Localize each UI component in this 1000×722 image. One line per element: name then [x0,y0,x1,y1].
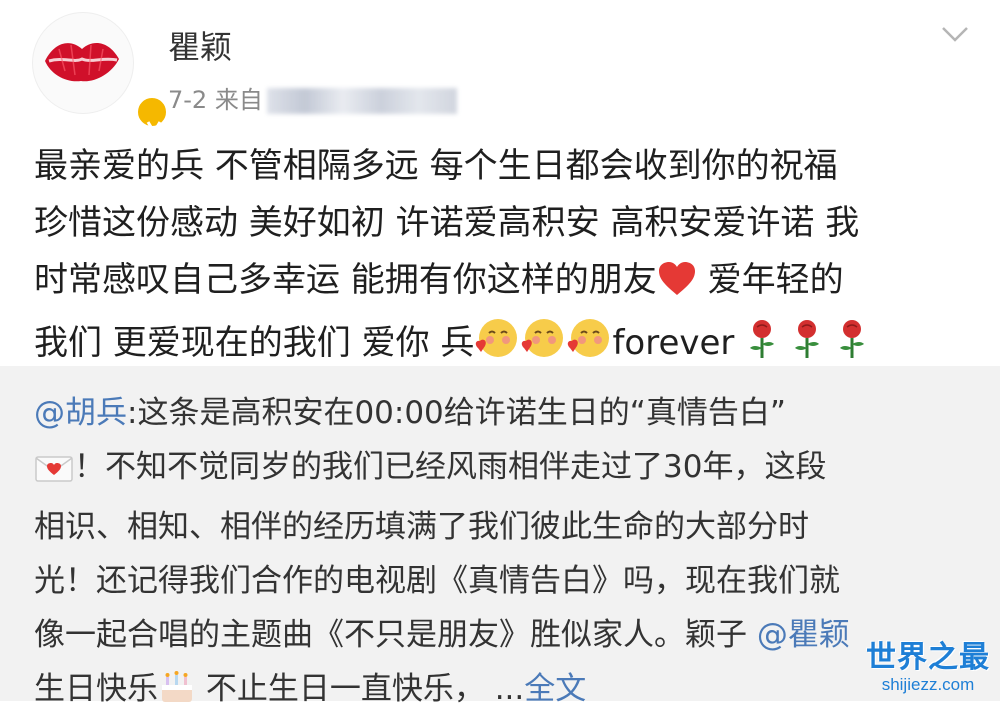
post-line-3: 时常感叹自己多幸运 能拥有你这样的朋友 爱年轻的 [34,252,974,315]
mention-hubing[interactable]: @胡兵 [34,395,127,431]
post-header: 瞿颖 7-2 来自 [0,0,1000,134]
forever-text: forever [612,323,735,363]
post-line-2: 珍惜这份感动 美好如初 许诺爱高积安 高积安爱许诺 我 [34,203,860,243]
repost-line-1: @胡兵:这条是高积安在00:00给许诺生日的“真情告白” [34,386,974,440]
love-letter-emoji-icon [34,446,74,500]
repost-body: @胡兵:这条是高积安在00:00给许诺生日的“真情告白” ！不知不觉同岁的我们已… [34,386,974,722]
read-more-link[interactable]: 全文 [524,671,586,707]
cake-emoji-icon [158,668,196,722]
mention-quying[interactable]: @瞿颖 [757,617,850,653]
repost-line-6-text: 生日快乐 [34,671,158,707]
lips-icon [45,43,119,82]
post-line-1: 最亲爱的兵 不管相隔多远 每个生日都会收到你的祝福 [34,146,838,186]
avatar[interactable] [32,12,169,134]
repost-line-5-text: 像一起合唱的主题曲《不只是朋友》胜似家人。颖子 [34,617,747,653]
repost-line-1-text: :这条是高积安在00:00给许诺生日的“真情告白” [127,395,786,431]
watermark-main: 世界之最 [866,640,990,675]
post-date: 7-2 [168,86,208,114]
repost-line-2: ！不知不觉同岁的我们已经风雨相伴走过了30年，这段 [34,440,974,500]
username[interactable]: 瞿颖 [168,22,232,68]
chevron-down-icon[interactable] [940,24,970,44]
post-meta: 7-2 来自 [168,80,457,115]
site-watermark: 世界之最 shijiezz.com [866,641,990,695]
repost-line-5: 像一起合唱的主题曲《不只是朋友》胜似家人。颖子 @瞿颖 [34,608,974,662]
post-line-4-text: 我们 更爱现在的我们 爱你 兵 [34,323,475,363]
source-prefix: 来自 [214,86,263,114]
repost-line-6: 生日快乐 不止生日一直快乐， ...全文 [34,662,974,722]
repost-line-3: 相识、相知、相伴的经历填满了我们彼此生命的大部分时 [34,509,809,545]
watermark-sub: shijiezz.com [881,675,975,694]
repost-line-4: 光！还记得我们合作的电视剧《真情告白》吗，现在我们就 [34,563,840,599]
verified-badge [135,95,169,134]
post-line-3-text: 时常感叹自己多幸运 能拥有你这样的朋友 [34,260,657,300]
post-body: 最亲爱的兵 不管相隔多远 每个生日都会收到你的祝福 珍惜这份感动 美好如初 许诺… [34,138,974,378]
verified-v-icon [146,121,162,134]
heart-emoji-icon [657,258,697,315]
repost-card[interactable]: @胡兵:这条是高积安在00:00给许诺生日的“真情告白” ！不知不觉同岁的我们已… [0,366,1000,707]
post-line-3-tail: 爱年轻的 [707,260,844,300]
repost-line-6-tail: 不止生日一直快乐， ... [196,671,525,707]
repost-line-2-text: ！不知不觉同岁的我们已经风雨相伴走过了30年，这段 [74,449,827,485]
blurred-source [266,88,457,114]
